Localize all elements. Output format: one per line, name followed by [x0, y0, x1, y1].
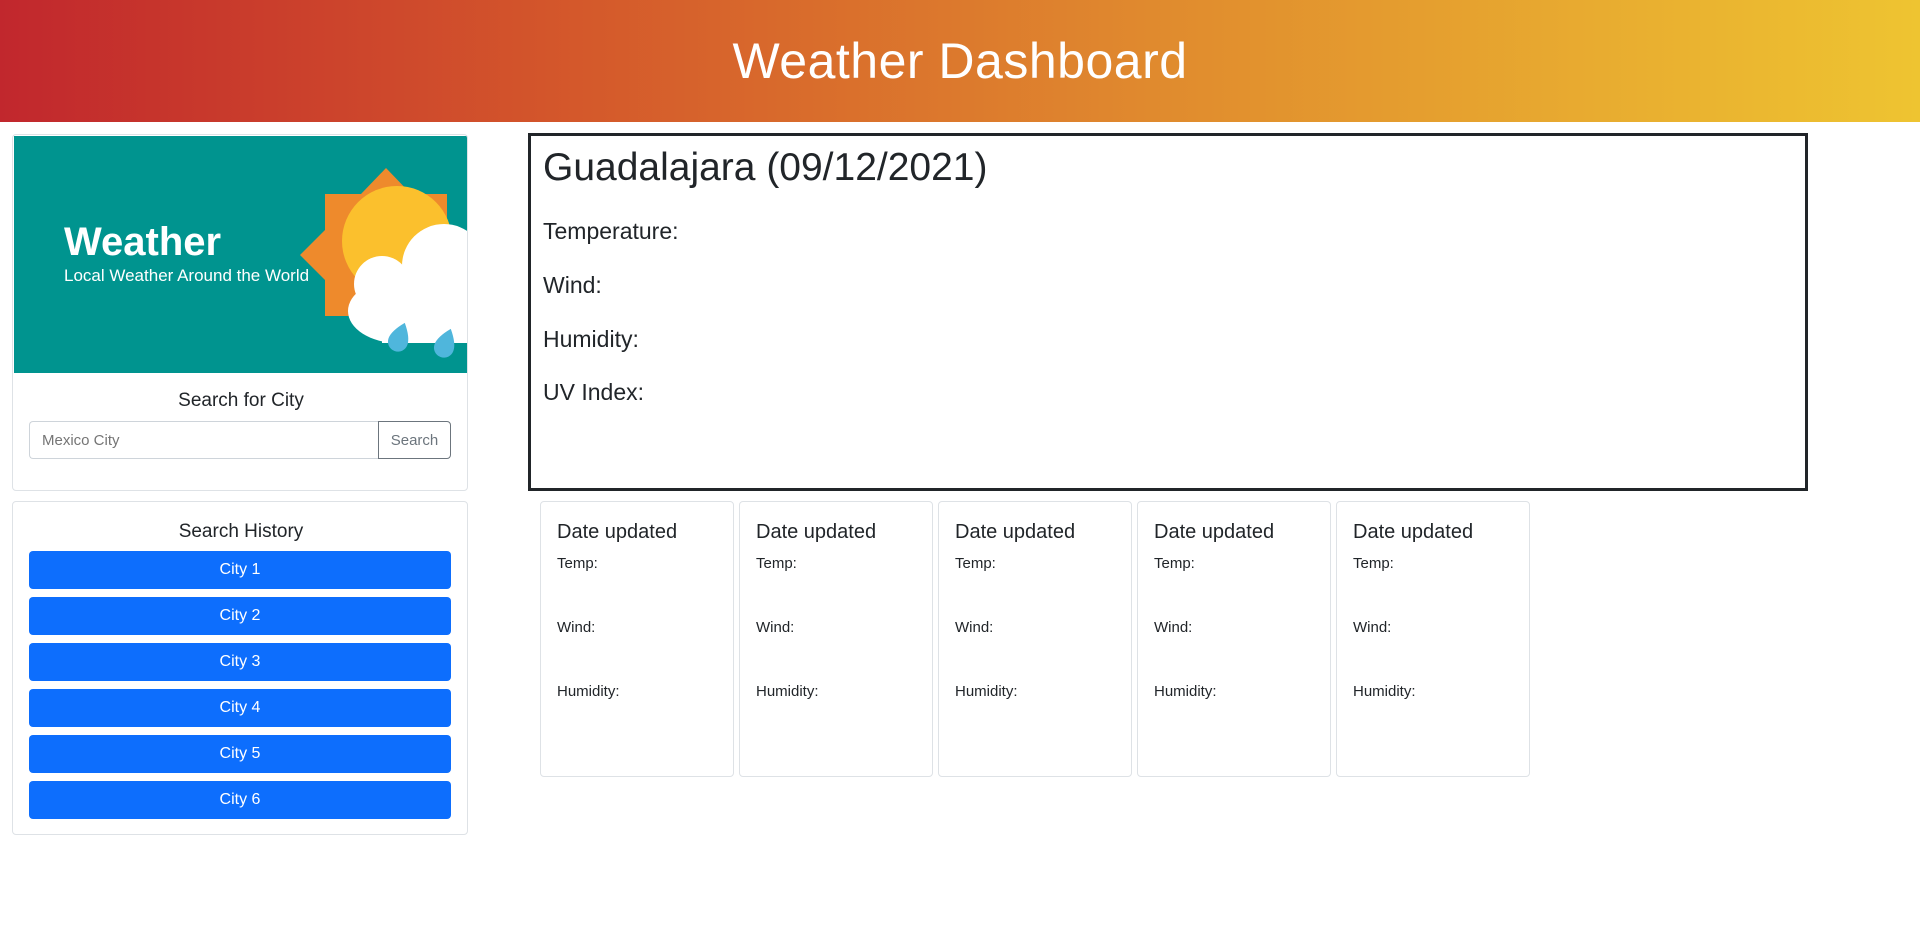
- weather-banner-image: Weather Local Weather Around the World: [14, 136, 467, 373]
- history-city-button[interactable]: City 4: [29, 689, 451, 727]
- history-title: Search History: [178, 521, 304, 542]
- forecast-card: Date updated Temp: Wind: Humidity:: [739, 501, 933, 777]
- banner-title: Weather: [64, 220, 222, 264]
- current-weather-panel: Guadalajara (09/12/2021) Temperature: Wi…: [528, 133, 1808, 491]
- humidity-label: Humidity:: [543, 326, 639, 352]
- search-card: Weather Local Weather Around the World S…: [12, 134, 468, 491]
- history-city-button[interactable]: City 1: [29, 551, 451, 589]
- history-city-button[interactable]: City 5: [29, 735, 451, 773]
- forecast-temp: Temp:: [557, 555, 598, 572]
- history-city-button[interactable]: City 6: [29, 781, 451, 819]
- forecast-card: Date updated Temp: Wind: Humidity:: [1137, 501, 1331, 777]
- forecast-temp: Temp:: [1353, 555, 1394, 572]
- forecast-humidity: Humidity:: [1353, 683, 1416, 700]
- forecast-wind: Wind:: [557, 619, 596, 636]
- forecast-temp: Temp:: [756, 555, 797, 572]
- forecast-wind: Wind:: [1154, 619, 1193, 636]
- wind-label: Wind:: [543, 272, 602, 298]
- forecast-date: Date updated: [955, 521, 1076, 543]
- forecast-humidity: Humidity:: [955, 683, 1018, 700]
- forecast-temp: Temp:: [1154, 555, 1195, 572]
- forecast-date: Date updated: [1154, 521, 1275, 543]
- forecast-wind: Wind:: [955, 619, 994, 636]
- page-title: Weather Dashboard: [732, 33, 1188, 89]
- search-title: Search for City: [178, 390, 304, 411]
- city-search-input[interactable]: [29, 421, 378, 459]
- forecast-humidity: Humidity:: [756, 683, 819, 700]
- page-header: Weather Dashboard: [0, 0, 1920, 122]
- forecast-wind: Wind:: [756, 619, 795, 636]
- forecast-card: Date updated Temp: Wind: Humidity:: [1336, 501, 1530, 777]
- five-day-forecast: Date updated Temp: Wind: Humidity: Date …: [540, 501, 1530, 777]
- search-history-card: Search History City 1 City 2 City 3 City…: [12, 501, 468, 835]
- forecast-humidity: Humidity:: [1154, 683, 1217, 700]
- forecast-card: Date updated Temp: Wind: Humidity:: [938, 501, 1132, 777]
- forecast-date: Date updated: [557, 521, 678, 543]
- forecast-card: Date updated Temp: Wind: Humidity:: [540, 501, 734, 777]
- forecast-date: Date updated: [1353, 521, 1474, 543]
- history-city-button[interactable]: City 3: [29, 643, 451, 681]
- forecast-wind: Wind:: [1353, 619, 1392, 636]
- history-city-button[interactable]: City 2: [29, 597, 451, 635]
- forecast-temp: Temp:: [955, 555, 996, 572]
- banner-subtitle: Local Weather Around the World: [64, 266, 310, 285]
- history-list: City 1 City 2 City 3 City 4 City 5 City …: [29, 551, 451, 827]
- search-button[interactable]: Search: [378, 421, 451, 459]
- forecast-humidity: Humidity:: [557, 683, 620, 700]
- uv-index-label: UV Index:: [543, 379, 644, 405]
- current-city-heading: Guadalajara (09/12/2021): [543, 146, 988, 189]
- temperature-label: Temperature:: [543, 218, 679, 244]
- forecast-date: Date updated: [756, 521, 877, 543]
